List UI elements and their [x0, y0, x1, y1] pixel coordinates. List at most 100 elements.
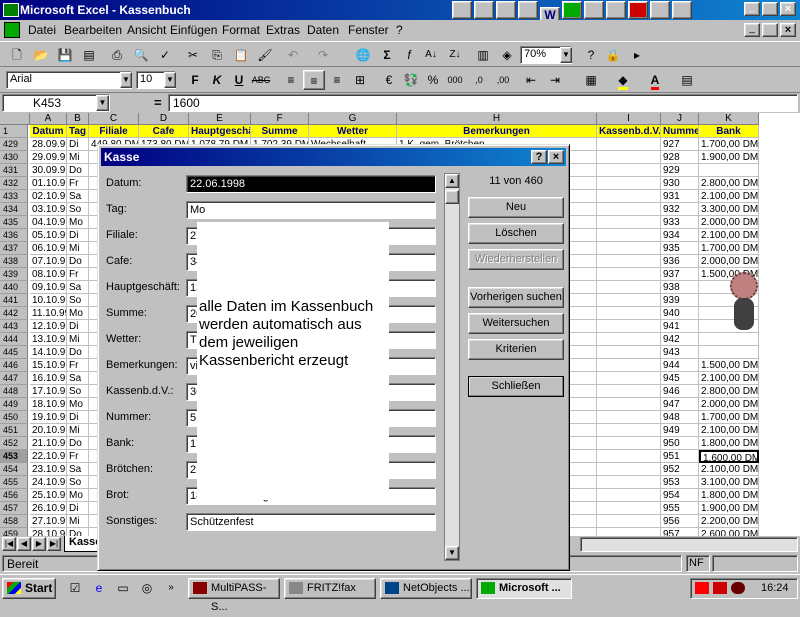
table-cell[interactable] — [597, 437, 661, 450]
row-header[interactable]: 1 — [0, 125, 28, 138]
table-cell[interactable] — [597, 307, 661, 320]
table-cell[interactable]: 3.300,00 DM — [699, 203, 759, 216]
table-cell[interactable]: 24.10.99 — [30, 476, 67, 489]
table-cell[interactable]: So — [67, 203, 89, 216]
name-box[interactable]: K453 — [2, 94, 110, 112]
table-cell[interactable]: Do — [67, 346, 89, 359]
bold-icon[interactable]: F — [184, 70, 206, 90]
save-icon[interactable]: 💾 — [54, 45, 76, 65]
table-cell[interactable]: 09.10.99 — [30, 281, 67, 294]
table-cell[interactable]: 12.10.99 — [30, 320, 67, 333]
toolbar-options-icon[interactable]: ▤ — [676, 70, 698, 90]
open-folder-icon[interactable]: 📂 — [30, 45, 52, 65]
binder-icon[interactable]: ▤ — [78, 45, 100, 65]
table-cell[interactable] — [597, 203, 661, 216]
column-title[interactable]: Wetter — [309, 125, 397, 138]
table-cell[interactable]: 29.09.99 — [30, 151, 67, 164]
desktop-icon[interactable]: ▭ — [112, 578, 134, 598]
menu-extras[interactable]: Extras — [266, 23, 300, 37]
field-input[interactable]: Mo — [186, 201, 436, 219]
app-shortcut-icon[interactable] — [628, 1, 648, 19]
criteria-button[interactable]: Kriterien — [468, 339, 564, 360]
help-button[interactable]: ? — [531, 150, 547, 164]
align-right-icon[interactable]: ≡ — [326, 70, 348, 90]
align-center-icon[interactable]: ≡ — [303, 70, 325, 90]
table-cell[interactable]: 21.10.99 — [30, 437, 67, 450]
table-cell[interactable]: 936 — [661, 255, 699, 268]
table-cell[interactable]: Mo — [67, 489, 89, 502]
tray-icon[interactable] — [713, 582, 727, 594]
menu-datei[interactable]: Datei — [28, 23, 56, 37]
table-cell[interactable]: 05.10.99 — [30, 229, 67, 242]
table-cell[interactable]: 949 — [661, 424, 699, 437]
row-header[interactable]: 431 — [0, 164, 28, 177]
table-cell[interactable] — [597, 255, 661, 268]
table-cell[interactable] — [597, 151, 661, 164]
row-header[interactable]: 446 — [0, 359, 28, 372]
row-header[interactable]: 433 — [0, 190, 28, 203]
column-title[interactable]: Bemerkungen — [397, 125, 597, 138]
table-cell[interactable]: Fr — [67, 450, 89, 463]
table-cell[interactable] — [597, 320, 661, 333]
spellcheck-icon[interactable]: ✓ — [154, 45, 176, 65]
table-cell[interactable]: 939 — [661, 294, 699, 307]
merge-center-icon[interactable]: ⊞ — [349, 70, 371, 90]
app-shortcut-icon[interactable] — [672, 1, 692, 19]
chevron-down-icon[interactable]: ▼ — [96, 95, 109, 111]
table-cell[interactable]: Do — [67, 255, 89, 268]
table-cell[interactable]: 941 — [661, 320, 699, 333]
row-header[interactable]: 452 — [0, 437, 28, 450]
column-header[interactable]: K — [699, 113, 759, 125]
channels-icon[interactable]: ◎ — [136, 578, 158, 598]
column-header[interactable]: F — [251, 113, 309, 125]
close-button[interactable]: × — [780, 2, 796, 16]
euro-format-icon[interactable]: 💱 — [400, 70, 422, 90]
table-cell[interactable]: 944 — [661, 359, 699, 372]
cut-icon[interactable]: ✂ — [182, 45, 204, 65]
row-header[interactable]: 459 — [0, 528, 28, 536]
table-cell[interactable]: 2.200,00 DM — [699, 515, 759, 528]
align-left-icon[interactable]: ≡ — [280, 70, 302, 90]
table-cell[interactable]: 928 — [661, 151, 699, 164]
table-cell[interactable]: 2.100,00 DM — [699, 229, 759, 242]
row-header[interactable]: 454 — [0, 463, 28, 476]
percent-icon[interactable]: % — [422, 70, 444, 90]
table-cell[interactable]: 10.10.99 — [30, 294, 67, 307]
table-cell[interactable] — [597, 515, 661, 528]
table-cell[interactable]: 30.09.99 — [30, 164, 67, 177]
table-cell[interactable]: Mi — [67, 424, 89, 437]
formula-equals-icon[interactable]: = — [154, 95, 162, 110]
table-cell[interactable]: 955 — [661, 502, 699, 515]
table-cell[interactable]: 942 — [661, 333, 699, 346]
table-cell[interactable]: 957 — [661, 528, 699, 536]
field-input[interactable]: Schützenfest — [186, 513, 436, 531]
task-excel[interactable]: Microsoft ... — [476, 578, 572, 599]
app-shortcut-icon[interactable] — [650, 1, 670, 19]
table-cell[interactable]: 947 — [661, 398, 699, 411]
table-cell[interactable]: Do — [67, 164, 89, 177]
row-header[interactable]: 434 — [0, 203, 28, 216]
menu-daten[interactable]: Daten — [307, 23, 339, 37]
table-cell[interactable]: 15.10.99 — [30, 359, 67, 372]
column-title[interactable]: Datum — [30, 125, 67, 138]
table-cell[interactable]: 1.700,00 DM — [699, 138, 759, 151]
column-title[interactable]: Bank — [699, 125, 759, 138]
table-cell[interactable]: Di — [67, 411, 89, 424]
column-title[interactable]: Tag — [67, 125, 89, 138]
record-scrollbar[interactable]: ▲ ▼ — [444, 173, 460, 561]
table-cell[interactable] — [597, 476, 661, 489]
column-header[interactable]: A — [30, 113, 67, 125]
quicklaunch-icon[interactable]: ☑ — [64, 578, 86, 598]
copy-icon[interactable]: ⎘ — [206, 45, 228, 65]
table-cell[interactable]: So — [67, 385, 89, 398]
row-header[interactable]: 445 — [0, 346, 28, 359]
app-shortcut-icon[interactable] — [584, 1, 604, 19]
table-cell[interactable]: Fr — [67, 177, 89, 190]
table-cell[interactable]: Mo — [67, 216, 89, 229]
excel-app-icon[interactable] — [3, 3, 19, 17]
next-sheet-icon[interactable]: ▶ — [32, 537, 46, 551]
table-cell[interactable] — [597, 528, 661, 536]
column-header[interactable]: D — [139, 113, 189, 125]
thousands-icon[interactable]: 000 — [444, 70, 466, 90]
table-cell[interactable] — [597, 502, 661, 515]
